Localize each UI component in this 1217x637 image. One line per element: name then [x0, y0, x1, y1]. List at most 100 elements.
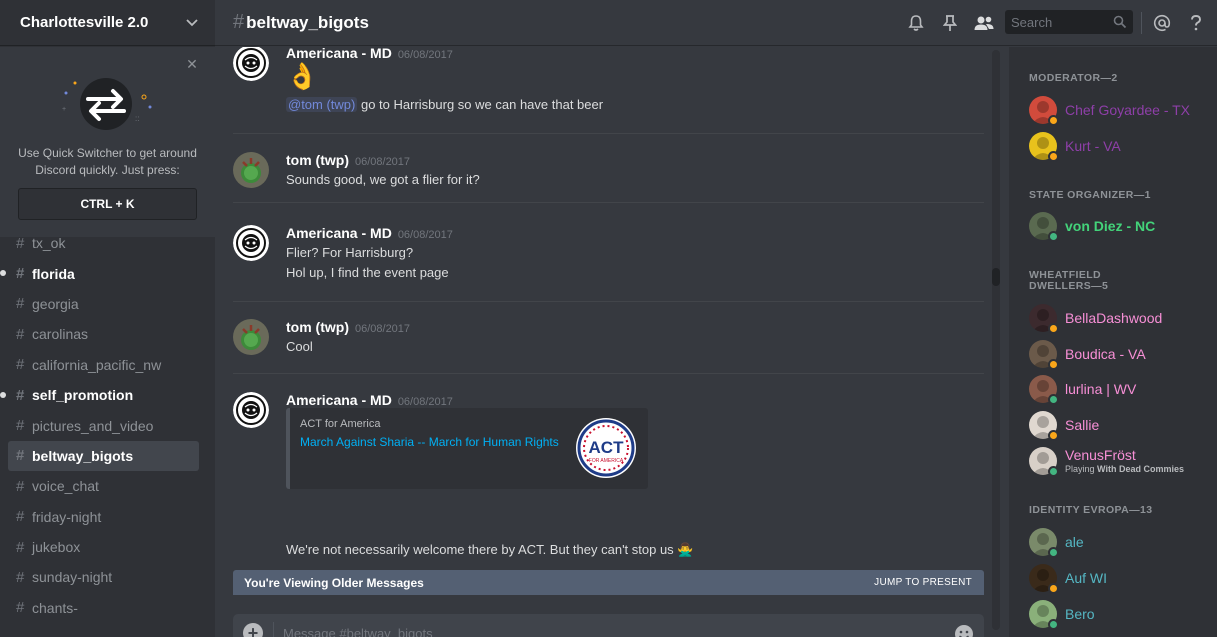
member-item[interactable]: BellaDashwood — [1029, 304, 1209, 336]
author-name[interactable]: tom (twp) — [286, 319, 349, 335]
message-author[interactable]: Americana - MD 06/08/2017 — [286, 225, 453, 241]
member-item[interactable]: lurlina | WV — [1029, 375, 1209, 407]
message-divider — [233, 133, 984, 134]
author-name[interactable]: Americana - MD — [286, 225, 392, 241]
quick-switcher-shortcut[interactable]: CTRL + K — [18, 188, 197, 220]
message-author[interactable]: tom (twp) 06/08/2017 — [286, 319, 410, 335]
message-text-rest: go to Harrisburg so we can have that bee… — [357, 97, 604, 112]
channel-item-carolinas[interactable]: # carolinas — [8, 319, 199, 349]
chat-header: # beltway_bigots — [215, 0, 1217, 46]
user-avatar[interactable] — [233, 47, 269, 81]
author-name[interactable]: tom (twp) — [286, 152, 349, 168]
older-messages-text: You're Viewing Older Messages — [244, 576, 424, 590]
channel-item-beltway-bigots[interactable]: # beltway_bigots — [8, 440, 199, 472]
composer-divider — [273, 622, 274, 637]
channel-item-georgia[interactable]: # georgia — [8, 289, 199, 319]
quick-switcher-popout: ✕ :: + Use Quick Switcher to get around … — [0, 47, 215, 237]
mention-icon[interactable] — [1151, 12, 1173, 34]
status-idle-icon — [1048, 151, 1059, 162]
member-item[interactable]: Chef Goyardee - TX — [1029, 96, 1209, 128]
user-avatar[interactable] — [233, 392, 269, 428]
help-icon[interactable] — [1185, 12, 1207, 34]
message-timestamp: 06/08/2017 — [397, 49, 453, 61]
member-item[interactable]: von Diez - NC — [1029, 212, 1209, 244]
message-author[interactable]: tom (twp) 06/08/2017 — [286, 152, 410, 168]
switch-arrows-icon: :: + — [58, 69, 158, 139]
role-header: WHEATFIELD DWELLERS—5 — [1029, 269, 1109, 292]
pin-icon[interactable] — [939, 12, 961, 34]
svg-text:FOR AMERICA: FOR AMERICA — [589, 458, 624, 464]
emoji-icon[interactable] — [954, 624, 974, 637]
message-text: Flier? For Harrisburg? — [286, 245, 414, 260]
status-idle-icon — [1048, 583, 1059, 594]
search-input[interactable] — [1005, 10, 1109, 34]
channel-label: voice_chat — [32, 478, 99, 495]
message-author[interactable]: Americana - MD 06/08/2017 — [286, 47, 453, 61]
channel-item-florida[interactable]: # florida — [0, 258, 199, 288]
bell-icon[interactable] — [905, 12, 927, 34]
embed-thumbnail[interactable]: ACT FOR AMERICA — [575, 417, 637, 479]
activity-name: With Dead Commies — [1097, 464, 1184, 474]
member-name: Kurt - VA — [1065, 138, 1121, 154]
svg-text:ACT: ACT — [589, 438, 625, 457]
channel-label: florida — [32, 265, 75, 282]
member-item[interactable]: Bero — [1029, 600, 1209, 632]
unread-indicator — [0, 391, 6, 398]
upload-plus-icon[interactable]: + — [243, 623, 263, 637]
channel-label: georgia — [32, 295, 79, 312]
channel-item-sunday-night[interactable]: # sunday-night — [8, 562, 199, 592]
guild-header[interactable]: Charlottesville 2.0 — [0, 0, 215, 46]
scrollbar-thumb[interactable] — [992, 268, 1000, 286]
member-name: ale — [1065, 534, 1084, 550]
hash-icon: # — [16, 295, 25, 313]
guild-name: Charlottesville 2.0 — [20, 14, 149, 31]
user-avatar[interactable] — [233, 225, 269, 261]
message-input[interactable] — [283, 620, 933, 637]
channel-label: carolinas — [32, 326, 89, 343]
member-item[interactable]: Playing With Dead Commies VenusFröst — [1029, 447, 1209, 479]
message-list: Americana - MD 06/08/2017 👌 @tom (twp) go t… — [215, 47, 992, 602]
role-header: STATE ORGANIZER—1 — [1029, 189, 1151, 201]
message-timestamp: 06/08/2017 — [354, 156, 411, 168]
channel-item-friday-night[interactable]: # friday-night — [8, 502, 199, 532]
channel-item-tx-ok[interactable]: # tx_ok — [8, 228, 199, 258]
member-name: Sallie — [1065, 417, 1100, 433]
member-name: VenusFröst — [1065, 447, 1136, 463]
member-name: Boudica - VA — [1065, 346, 1146, 362]
member-item[interactable]: Auf WI — [1029, 564, 1209, 596]
channel-item-voice-chat[interactable]: # voice_chat — [8, 471, 199, 501]
close-icon[interactable]: ✕ — [185, 57, 199, 71]
quick-switcher-text: Use Quick Switcher to get around Discord… — [18, 146, 197, 177]
channel-item-pictures-and-video[interactable]: # pictures_and_video — [8, 410, 199, 440]
search-box[interactable] — [1005, 10, 1133, 34]
author-name[interactable]: Americana - MD — [286, 392, 392, 408]
hash-icon: # — [16, 356, 25, 374]
user-avatar[interactable] — [233, 319, 269, 355]
member-name: Auf WI — [1065, 570, 1108, 586]
member-item[interactable]: Sallie — [1029, 411, 1209, 443]
member-item[interactable]: Kurt - VA — [1029, 132, 1209, 164]
message-author[interactable]: Americana - MD 06/08/2017 — [286, 392, 453, 408]
member-item[interactable]: Boudica - VA — [1029, 340, 1209, 372]
hash-icon: # — [16, 508, 25, 526]
embed-title[interactable]: March Against Sharia -- March for Human … — [300, 435, 559, 449]
user-mention[interactable]: @tom (twp) — [286, 97, 358, 112]
member-activity: Playing With Dead Commies — [1065, 464, 1184, 474]
channel-item-chants[interactable]: # chants- — [8, 593, 199, 623]
header-divider — [1141, 12, 1142, 34]
channel-item-self-promotion[interactable]: # self_promotion — [0, 380, 199, 410]
hash-icon: # — [16, 568, 25, 586]
member-item[interactable]: ale — [1029, 528, 1209, 560]
channel-item-california-pacific-nw[interactable]: # california_pacific_nw — [8, 350, 199, 380]
jump-to-present-button[interactable]: JUMP TO PRESENT — [874, 577, 972, 588]
messages-scrollbar[interactable] — [992, 50, 1000, 630]
channel-name: beltway_bigots — [246, 13, 369, 32]
user-avatar[interactable] — [233, 152, 269, 188]
message-group: Americana - MD 06/08/2017 Flier? For Harri… — [233, 225, 984, 305]
status-online-icon — [1048, 547, 1059, 558]
channel-title: # beltway_bigots — [233, 11, 369, 34]
hash-icon: # — [16, 447, 25, 465]
channel-item-jukebox[interactable]: # jukebox — [8, 532, 199, 562]
members-icon[interactable] — [973, 12, 995, 34]
author-name[interactable]: Americana - MD — [286, 47, 392, 61]
